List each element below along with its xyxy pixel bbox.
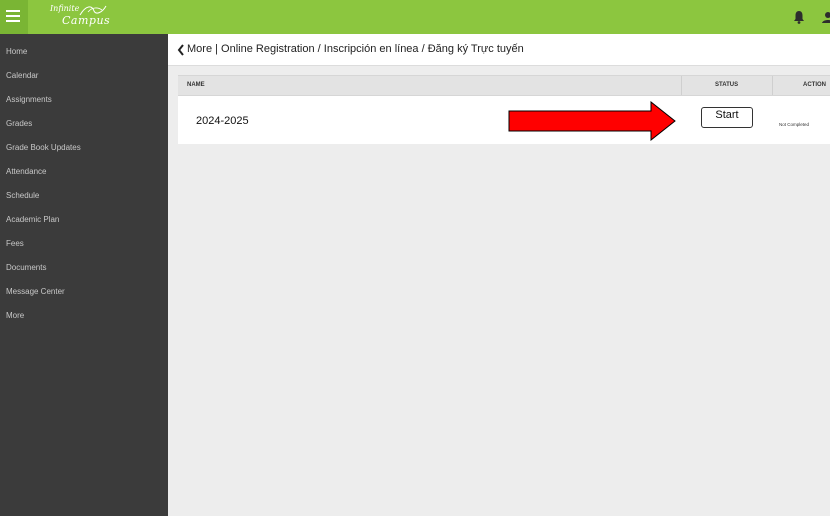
- sidebar-item-label: Attendance: [6, 167, 47, 176]
- sidebar-item-academic-plan[interactable]: Academic Plan: [0, 208, 168, 232]
- main-content: More | Online Registration / Inscripción…: [168, 34, 830, 516]
- sidebar-item-message-center[interactable]: Message Center: [0, 280, 168, 304]
- bell-icon[interactable]: [793, 9, 805, 25]
- sidebar-item-label: Documents: [6, 263, 47, 272]
- breadcrumb-text: More | Online Registration / Inscripción…: [187, 43, 524, 55]
- sidebar-item-schedule[interactable]: Schedule: [0, 184, 168, 208]
- sidebar-item-label: Message Center: [6, 287, 65, 296]
- chevron-left-icon[interactable]: [176, 43, 186, 57]
- sidebar-item-label: Academic Plan: [6, 215, 60, 224]
- infinite-campus-logo[interactable]: Infinite Campus: [48, 3, 118, 31]
- sidebar-item-home[interactable]: Home: [0, 40, 168, 64]
- breadcrumb-separator: |: [212, 43, 222, 55]
- hamburger-menu-icon: [6, 7, 22, 27]
- sidebar-item-label: Grade Book Updates: [6, 143, 81, 152]
- logo-text-infinite: Infinite: [50, 4, 80, 13]
- table-row: 2024-2025 Start Not Completed: [178, 96, 830, 144]
- status-badge: Not Completed: [779, 122, 810, 127]
- logo-swoosh-icon: [79, 5, 107, 16]
- sidebar-item-grade-book-updates[interactable]: Grade Book Updates: [0, 136, 168, 160]
- sidebar-item-label: Home: [6, 47, 28, 56]
- sidebar-item-fees[interactable]: Fees: [0, 232, 168, 256]
- sidebar-item-more[interactable]: More: [0, 304, 168, 328]
- sidebar-item-label: Calendar: [6, 71, 39, 80]
- column-header-status: STATUS: [715, 82, 739, 88]
- hamburger-menu-button[interactable]: [0, 0, 28, 34]
- sidebar-nav: Home Calendar Assignments Grades Grade B…: [0, 34, 168, 516]
- sidebar-item-label: Assignments: [6, 95, 52, 104]
- column-divider: [681, 76, 682, 95]
- sidebar-item-label: Grades: [6, 119, 33, 128]
- sidebar-item-assignments[interactable]: Assignments: [0, 88, 168, 112]
- sidebar-item-calendar[interactable]: Calendar: [0, 64, 168, 88]
- sidebar-item-label: Fees: [6, 239, 24, 248]
- top-bar: Infinite Campus: [0, 0, 830, 34]
- sidebar-item-label: More: [6, 311, 25, 320]
- sidebar-item-grades[interactable]: Grades: [0, 112, 168, 136]
- sidebar-item-documents[interactable]: Documents: [0, 256, 168, 280]
- table-header: NAME STATUS ACTION: [178, 75, 830, 96]
- row-name-cell: 2024-2025: [196, 115, 249, 127]
- sidebar-item-label: Schedule: [6, 191, 40, 200]
- user-icon[interactable]: [822, 9, 830, 25]
- red-arrow-icon: [508, 101, 676, 141]
- column-divider: [772, 76, 773, 95]
- breadcrumb-more-link[interactable]: More: [187, 43, 212, 55]
- start-button[interactable]: Start: [701, 107, 753, 128]
- page-title: Online Registration / Inscripción en lín…: [221, 43, 524, 55]
- breadcrumb: More | Online Registration / Inscripción…: [168, 34, 830, 66]
- column-header-action: ACTION: [803, 82, 826, 88]
- sidebar-item-attendance[interactable]: Attendance: [0, 160, 168, 184]
- column-header-name: NAME: [187, 82, 205, 88]
